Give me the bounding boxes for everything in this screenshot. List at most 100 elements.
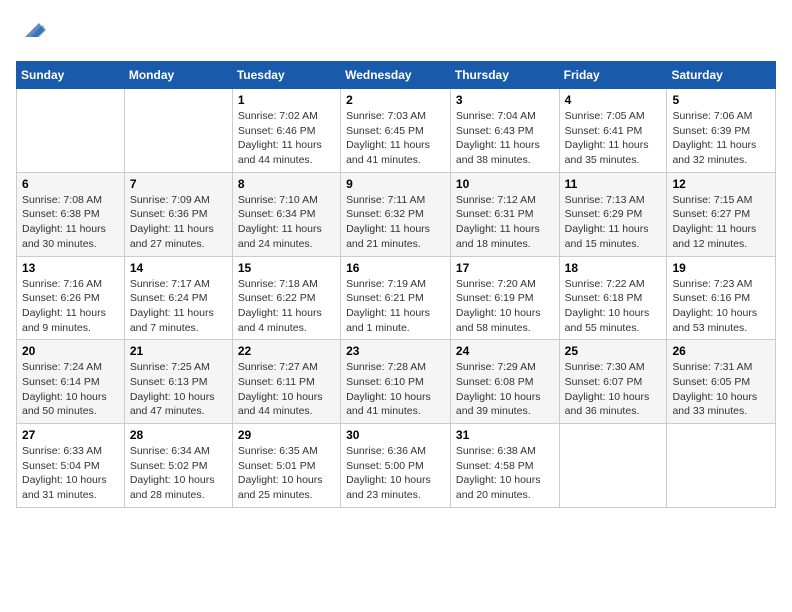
weekday-header-friday: Friday	[559, 62, 667, 89]
day-info: Sunrise: 7:31 AM Sunset: 6:05 PM Dayligh…	[672, 360, 770, 419]
weekday-header-row: SundayMondayTuesdayWednesdayThursdayFrid…	[17, 62, 776, 89]
calendar-cell: 15 Sunrise: 7:18 AM Sunset: 6:22 PM Dayli…	[232, 256, 340, 340]
day-info: Sunrise: 7:29 AM Sunset: 6:08 PM Dayligh…	[456, 360, 554, 419]
page-header	[16, 16, 776, 49]
day-number: 22	[238, 344, 335, 358]
day-info: Sunrise: 7:27 AM Sunset: 6:11 PM Dayligh…	[238, 360, 335, 419]
calendar-cell: 19 Sunrise: 7:23 AM Sunset: 6:16 PM Dayli…	[667, 256, 776, 340]
calendar-cell: 26 Sunrise: 7:31 AM Sunset: 6:05 PM Dayli…	[667, 340, 776, 424]
day-info: Sunrise: 7:05 AM Sunset: 6:41 PM Dayligh…	[565, 109, 662, 168]
day-number: 2	[346, 93, 445, 107]
day-info: Sunrise: 6:35 AM Sunset: 5:01 PM Dayligh…	[238, 444, 335, 503]
calendar-cell: 10 Sunrise: 7:12 AM Sunset: 6:31 PM Dayli…	[450, 172, 559, 256]
calendar-cell: 21 Sunrise: 7:25 AM Sunset: 6:13 PM Dayli…	[124, 340, 232, 424]
day-info: Sunrise: 7:22 AM Sunset: 6:18 PM Dayligh…	[565, 277, 662, 336]
day-number: 3	[456, 93, 554, 107]
calendar-cell: 25 Sunrise: 7:30 AM Sunset: 6:07 PM Dayli…	[559, 340, 667, 424]
calendar-table: SundayMondayTuesdayWednesdayThursdayFrid…	[16, 61, 776, 508]
calendar-cell: 4 Sunrise: 7:05 AM Sunset: 6:41 PM Daylig…	[559, 89, 667, 173]
day-info: Sunrise: 7:18 AM Sunset: 6:22 PM Dayligh…	[238, 277, 335, 336]
day-number: 13	[22, 261, 119, 275]
day-number: 1	[238, 93, 335, 107]
week-row-4: 20Sunrise: 7:24 AM Sunset: 6:14 PM Dayli…	[17, 340, 776, 424]
week-row-2: 6Sunrise: 7:08 AM Sunset: 6:38 PM Daylig…	[17, 172, 776, 256]
day-info: Sunrise: 7:15 AM Sunset: 6:27 PM Dayligh…	[672, 193, 770, 252]
day-info: Sunrise: 7:20 AM Sunset: 6:19 PM Dayligh…	[456, 277, 554, 336]
day-number: 8	[238, 177, 335, 191]
calendar-cell: 13 Sunrise: 7:16 AM Sunset: 6:26 PM Dayli…	[17, 256, 125, 340]
calendar-cell: 14Sunrise: 7:17 AM Sunset: 6:24 PM Dayli…	[124, 256, 232, 340]
day-info: Sunrise: 7:09 AM Sunset: 6:36 PM Dayligh…	[130, 193, 227, 252]
calendar-cell: 27 Sunrise: 6:33 AM Sunset: 5:04 PM Dayli…	[17, 424, 125, 508]
calendar-cell	[124, 89, 232, 173]
day-info: Sunrise: 7:02 AM Sunset: 6:46 PM Dayligh…	[238, 109, 335, 168]
day-info: Sunrise: 6:34 AM Sunset: 5:02 PM Dayligh…	[130, 444, 227, 503]
calendar-cell: 16 Sunrise: 7:19 AM Sunset: 6:21 PM Dayli…	[341, 256, 451, 340]
day-number: 21	[130, 344, 227, 358]
day-number: 11	[565, 177, 662, 191]
week-row-5: 27 Sunrise: 6:33 AM Sunset: 5:04 PM Dayli…	[17, 424, 776, 508]
weekday-header-saturday: Saturday	[667, 62, 776, 89]
calendar-cell: 5 Sunrise: 7:06 AM Sunset: 6:39 PM Daylig…	[667, 89, 776, 173]
calendar-cell: 12Sunrise: 7:15 AM Sunset: 6:27 PM Dayli…	[667, 172, 776, 256]
calendar-cell: 23 Sunrise: 7:28 AM Sunset: 6:10 PM Dayli…	[341, 340, 451, 424]
calendar-cell: 20Sunrise: 7:24 AM Sunset: 6:14 PM Dayli…	[17, 340, 125, 424]
day-info: Sunrise: 6:38 AM Sunset: 4:58 PM Dayligh…	[456, 444, 554, 503]
day-info: Sunrise: 7:19 AM Sunset: 6:21 PM Dayligh…	[346, 277, 445, 336]
calendar-cell: 11 Sunrise: 7:13 AM Sunset: 6:29 PM Dayli…	[559, 172, 667, 256]
calendar-cell: 31Sunrise: 6:38 AM Sunset: 4:58 PM Dayli…	[450, 424, 559, 508]
day-number: 30	[346, 428, 445, 442]
calendar-cell: 8 Sunrise: 7:10 AM Sunset: 6:34 PM Daylig…	[232, 172, 340, 256]
day-info: Sunrise: 7:10 AM Sunset: 6:34 PM Dayligh…	[238, 193, 335, 252]
day-number: 25	[565, 344, 662, 358]
day-info: Sunrise: 7:11 AM Sunset: 6:32 PM Dayligh…	[346, 193, 445, 252]
day-number: 17	[456, 261, 554, 275]
calendar-cell: 18 Sunrise: 7:22 AM Sunset: 6:18 PM Dayli…	[559, 256, 667, 340]
day-info: Sunrise: 7:03 AM Sunset: 6:45 PM Dayligh…	[346, 109, 445, 168]
day-info: Sunrise: 7:17 AM Sunset: 6:24 PM Dayligh…	[130, 277, 227, 336]
day-number: 28	[130, 428, 227, 442]
week-row-1: 1 Sunrise: 7:02 AM Sunset: 6:46 PM Daylig…	[17, 89, 776, 173]
day-number: 16	[346, 261, 445, 275]
day-number: 27	[22, 428, 119, 442]
calendar-cell: 24 Sunrise: 7:29 AM Sunset: 6:08 PM Dayli…	[450, 340, 559, 424]
weekday-header-sunday: Sunday	[17, 62, 125, 89]
day-info: Sunrise: 7:12 AM Sunset: 6:31 PM Dayligh…	[456, 193, 554, 252]
day-number: 9	[346, 177, 445, 191]
weekday-header-monday: Monday	[124, 62, 232, 89]
day-number: 4	[565, 93, 662, 107]
day-info: Sunrise: 7:25 AM Sunset: 6:13 PM Dayligh…	[130, 360, 227, 419]
day-number: 18	[565, 261, 662, 275]
calendar-cell: 28 Sunrise: 6:34 AM Sunset: 5:02 PM Dayli…	[124, 424, 232, 508]
day-info: Sunrise: 7:16 AM Sunset: 6:26 PM Dayligh…	[22, 277, 119, 336]
logo	[16, 16, 46, 49]
day-number: 29	[238, 428, 335, 442]
week-row-3: 13 Sunrise: 7:16 AM Sunset: 6:26 PM Dayli…	[17, 256, 776, 340]
day-number: 5	[672, 93, 770, 107]
day-info: Sunrise: 7:30 AM Sunset: 6:07 PM Dayligh…	[565, 360, 662, 419]
day-info: Sunrise: 7:06 AM Sunset: 6:39 PM Dayligh…	[672, 109, 770, 168]
day-number: 15	[238, 261, 335, 275]
day-info: Sunrise: 7:23 AM Sunset: 6:16 PM Dayligh…	[672, 277, 770, 336]
day-number: 10	[456, 177, 554, 191]
calendar-cell: 17 Sunrise: 7:20 AM Sunset: 6:19 PM Dayli…	[450, 256, 559, 340]
calendar-cell: 2 Sunrise: 7:03 AM Sunset: 6:45 PM Daylig…	[341, 89, 451, 173]
day-info: Sunrise: 7:28 AM Sunset: 6:10 PM Dayligh…	[346, 360, 445, 419]
weekday-header-tuesday: Tuesday	[232, 62, 340, 89]
calendar-cell	[559, 424, 667, 508]
day-info: Sunrise: 7:13 AM Sunset: 6:29 PM Dayligh…	[565, 193, 662, 252]
logo-icon	[18, 16, 46, 44]
calendar-cell: 9 Sunrise: 7:11 AM Sunset: 6:32 PM Daylig…	[341, 172, 451, 256]
day-number: 6	[22, 177, 119, 191]
day-number: 23	[346, 344, 445, 358]
day-info: Sunrise: 7:24 AM Sunset: 6:14 PM Dayligh…	[22, 360, 119, 419]
calendar-cell: 22 Sunrise: 7:27 AM Sunset: 6:11 PM Dayli…	[232, 340, 340, 424]
weekday-header-wednesday: Wednesday	[341, 62, 451, 89]
day-number: 26	[672, 344, 770, 358]
day-number: 24	[456, 344, 554, 358]
day-number: 19	[672, 261, 770, 275]
calendar-cell: 6Sunrise: 7:08 AM Sunset: 6:38 PM Daylig…	[17, 172, 125, 256]
day-info: Sunrise: 6:33 AM Sunset: 5:04 PM Dayligh…	[22, 444, 119, 503]
calendar-cell	[667, 424, 776, 508]
calendar-cell	[17, 89, 125, 173]
